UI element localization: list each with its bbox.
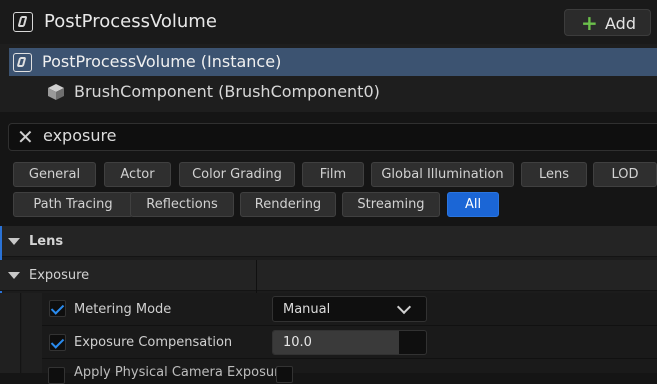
filter-film[interactable]: Film [302, 162, 364, 187]
add-component-button[interactable]: + Add [564, 9, 651, 36]
cube-icon [48, 84, 64, 100]
close-icon[interactable]: ✕ [17, 125, 34, 149]
exposure-compensation-input[interactable]: 10.0 [272, 330, 427, 355]
chevron-down-icon [396, 299, 412, 315]
post-process-volume-icon [13, 53, 32, 72]
category-label: Lens [29, 234, 64, 249]
indent-guide [22, 293, 43, 373]
search-value: exposure [43, 126, 117, 145]
category-lens[interactable] [0, 226, 657, 257]
dropdown-value: Manual [283, 302, 331, 317]
filter-all[interactable]: All [447, 192, 499, 217]
indent-guide [0, 293, 21, 373]
actor-title: PostProcessVolume [44, 11, 217, 32]
filter-color-grading[interactable]: Color Grading [179, 162, 295, 187]
override-checkbox[interactable] [49, 334, 66, 351]
triangle-down-icon[interactable] [8, 272, 20, 279]
filter-streaming[interactable]: Streaming [342, 192, 440, 217]
override-checkbox[interactable] [48, 367, 65, 384]
property-label: Exposure Compensation [74, 335, 233, 350]
number-value: 10.0 [283, 335, 312, 350]
filter-general[interactable]: General [13, 162, 96, 187]
post-process-volume-icon [13, 12, 33, 32]
filter-path-tracing[interactable]: Path Tracing [13, 192, 133, 217]
subcategory-exposure[interactable] [0, 260, 657, 291]
metering-mode-dropdown[interactable]: Manual [272, 296, 427, 322]
add-button-label: Add [605, 14, 636, 33]
value-checkbox[interactable] [276, 366, 293, 383]
filter-lod[interactable]: LOD [593, 162, 657, 187]
plus-icon: + [581, 11, 598, 35]
filter-global-illumination[interactable]: Global Illumination [371, 162, 514, 187]
component-row-brush[interactable]: BrushComponent (BrushComponent0) [74, 82, 380, 101]
override-checkbox[interactable] [49, 300, 66, 317]
component-label: PostProcessVolume (Instance) [42, 52, 282, 71]
filter-lens[interactable]: Lens [521, 162, 587, 187]
filter-rendering[interactable]: Rendering [240, 192, 336, 217]
filter-actor[interactable]: Actor [104, 162, 171, 187]
property-label: Metering Mode [74, 302, 172, 317]
subcategory-label: Exposure [29, 268, 90, 283]
filter-reflections[interactable]: Reflections [130, 192, 234, 217]
triangle-down-icon[interactable] [8, 238, 20, 245]
